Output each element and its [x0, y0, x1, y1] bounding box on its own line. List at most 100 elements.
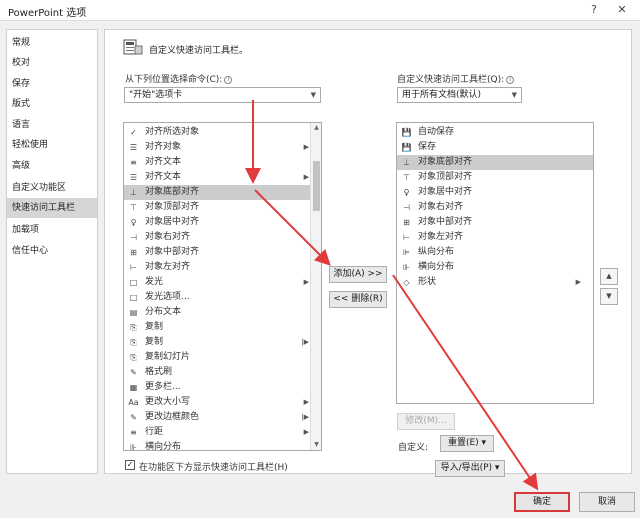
show-below-ribbon-checkbox[interactable]: ✓ — [125, 460, 135, 470]
command-icon: 💾 — [401, 128, 412, 137]
list-item[interactable]: ≡ 对齐文本 — [124, 155, 321, 170]
list-item[interactable]: □ 发光选项... — [124, 290, 321, 305]
help-button[interactable]: ? — [586, 2, 602, 18]
window-title: PowerPoint 选项 — [8, 8, 87, 19]
list-item[interactable]: ⊫ 纵向分布 — [397, 245, 593, 260]
command-icon: Aa — [128, 398, 139, 407]
submenu-arrow-icon: |▶ — [301, 338, 309, 346]
list-item[interactable]: ⊢ 对象左对齐 — [397, 230, 593, 245]
left-list-scrollbar[interactable]: ▲ ▼ — [310, 123, 321, 450]
list-item[interactable]: ✎ 更改边框颜色 |▶ — [124, 410, 321, 425]
list-item[interactable]: ▤ 分布文本 — [124, 305, 321, 320]
list-item[interactable]: ⊞ 对象中部对齐 — [124, 245, 321, 260]
scroll-down-icon[interactable]: ▼ — [311, 440, 321, 450]
list-item[interactable]: ♀ 对象居中对齐 — [397, 185, 593, 200]
ok-button[interactable]: 确定 — [514, 492, 570, 512]
nav-item-proofing[interactable]: 校对 — [7, 53, 97, 73]
nav-item-language[interactable]: 语言 — [7, 115, 97, 135]
list-item[interactable]: ⊪ 横向分布 — [124, 440, 321, 451]
list-item[interactable]: ⊞ 对象中部对齐 — [397, 215, 593, 230]
list-item-label: 对象居中对齐 — [418, 187, 473, 197]
scroll-thumb[interactable] — [313, 161, 320, 211]
nav-item-typography[interactable]: 版式 — [7, 94, 97, 114]
command-icon: ✎ — [130, 368, 137, 377]
list-item[interactable]: ⊣ 对象右对齐 — [124, 230, 321, 245]
command-icon: ⎘ — [130, 338, 137, 347]
nav-item-save[interactable]: 保存 — [7, 74, 97, 94]
list-item-label: 发光选项... — [145, 292, 190, 302]
list-item[interactable]: ✓ 对齐所选对象 — [124, 125, 321, 140]
list-item-label: 对象右对齐 — [418, 202, 464, 212]
move-up-button[interactable]: ▲ — [600, 268, 618, 285]
list-item-label: 纵向分布 — [418, 247, 455, 257]
command-icon: ⊥ — [403, 158, 410, 167]
list-item[interactable]: □ 发光 ▶ — [124, 275, 321, 290]
list-item[interactable]: ⊣ 对象右对齐 — [397, 200, 593, 215]
modify-button[interactable]: 修改(M)... — [397, 413, 455, 430]
list-item[interactable]: ⊪ 横向分布 — [397, 260, 593, 275]
list-item[interactable]: ☰ 对齐文本 ▶ — [124, 170, 321, 185]
list-item[interactable]: ▦ 更多栏... — [124, 380, 321, 395]
command-source-dropdown[interactable]: "开始"选项卡 ▼ — [124, 87, 321, 103]
list-item-label: 对齐对象 — [145, 142, 182, 152]
move-down-button[interactable]: ▼ — [600, 288, 618, 305]
toolbar-scope-dropdown[interactable]: 用于所有文档(默认) ▼ — [397, 87, 522, 103]
list-item[interactable]: 💾 保存 — [397, 140, 593, 155]
command-icon: ▦ — [129, 383, 138, 392]
scroll-up-icon[interactable]: ▲ — [311, 123, 321, 133]
list-item-label: 对象左对齐 — [418, 232, 464, 242]
list-item[interactable]: ♀ 对象居中对齐 — [124, 215, 321, 230]
list-item-label: 对齐文本 — [145, 172, 182, 182]
list-item[interactable]: ⎘ 复制 |▶ — [124, 335, 321, 350]
list-item-label: 格式刷 — [145, 367, 173, 377]
nav-item-accessibility[interactable]: 轻松使用 — [7, 135, 97, 155]
customize-label: 自定义: — [398, 443, 429, 453]
command-icon: ⊤ — [130, 203, 137, 212]
submenu-arrow-icon: ▶ — [303, 398, 309, 406]
info-icon: i — [224, 75, 233, 84]
submenu-arrow-icon: ▶ — [303, 278, 309, 286]
nav-item-trust-center[interactable]: 信任中心 — [7, 241, 97, 261]
nav-item-advanced[interactable]: 高级 — [7, 156, 97, 176]
list-item[interactable]: ⊥ 对象底部对齐 — [397, 155, 593, 170]
cancel-button[interactable]: 取消 — [579, 492, 635, 512]
list-item[interactable]: ⎘ 复制 — [124, 320, 321, 335]
options-nav: 常规 校对 保存 版式 语言 轻松使用 高级 自定义功能区 快速访问工具栏 加载… — [6, 29, 98, 474]
nav-item-addins[interactable]: 加载项 — [7, 220, 97, 240]
list-item[interactable]: ✎ 格式刷 — [124, 365, 321, 380]
command-icon: ⊤ — [403, 173, 410, 182]
reset-button[interactable]: 重置(E) ▾ — [440, 435, 494, 452]
list-item[interactable]: ⊤ 对象顶部对齐 — [397, 170, 593, 185]
list-item[interactable]: 💾 自动保存 — [397, 125, 593, 140]
close-button[interactable]: ✕ — [614, 2, 630, 18]
list-item[interactable]: ⊥ 对象底部对齐 — [124, 185, 321, 200]
quick-access-commands-list[interactable]: ◇ 形状 ▶ ⊪ 横向分布 ⊫ 纵向分布 ⊢ 对象左对齐 ⊞ 对象中部对齐 ⊣ 对象右对齐 ♀ 对象居中对齐… — [396, 122, 594, 404]
nav-item-general[interactable]: 常规 — [7, 33, 97, 53]
list-item[interactable]: ⎘ 复制幻灯片 — [124, 350, 321, 365]
list-item[interactable]: ⊢ 对象左对齐 — [124, 260, 321, 275]
add-button[interactable]: 添加(A) >> — [329, 266, 387, 283]
list-item-label: 复制幻灯片 — [145, 352, 191, 362]
list-item[interactable]: ⊤ 对象顶部对齐 — [124, 200, 321, 215]
list-item[interactable]: Aa 更改大小写 ▶ — [124, 395, 321, 410]
command-icon: ⊪ — [130, 443, 137, 451]
available-commands-list[interactable]: ⊪ 横向分布 ≡ 行距 ▶ ✎ 更改边框颜色 |▶ Aa 更改大小写 ▶ ▦ 更多栏... ✎ 格式刷 ⎘ 复制… — [123, 122, 322, 451]
remove-button[interactable]: << 删除(R) — [329, 291, 387, 308]
submenu-arrow-icon: ▶ — [575, 278, 581, 286]
info-icon: i — [506, 75, 515, 84]
nav-item-customize-ribbon[interactable]: 自定义功能区 — [7, 178, 97, 198]
options-dialog: 常规 校对 保存 版式 语言 轻松使用 高级 自定义功能区 快速访问工具栏 加载… — [0, 20, 640, 518]
list-item-label: 对齐所选对象 — [145, 127, 200, 137]
import-export-button[interactable]: 导入/导出(P) ▾ — [435, 460, 505, 477]
command-icon: □ — [129, 278, 138, 287]
nav-item-quick-access-toolbar[interactable]: 快速访问工具栏 — [7, 198, 97, 218]
list-item[interactable]: ◇ 形状 ▶ — [397, 275, 593, 290]
list-item-label: 更多栏... — [145, 382, 181, 392]
command-icon: ✓ — [130, 128, 137, 137]
command-icon: ⊢ — [403, 233, 410, 242]
list-item[interactable]: ☰ 对齐对象 ▶ — [124, 140, 321, 155]
list-item[interactable]: ≡ 行距 ▶ — [124, 425, 321, 440]
list-item-label: 横向分布 — [418, 262, 455, 272]
right-list-label: 自定义快速访问工具栏(Q): i — [397, 72, 515, 85]
list-item-label: 对象顶部对齐 — [418, 172, 473, 182]
